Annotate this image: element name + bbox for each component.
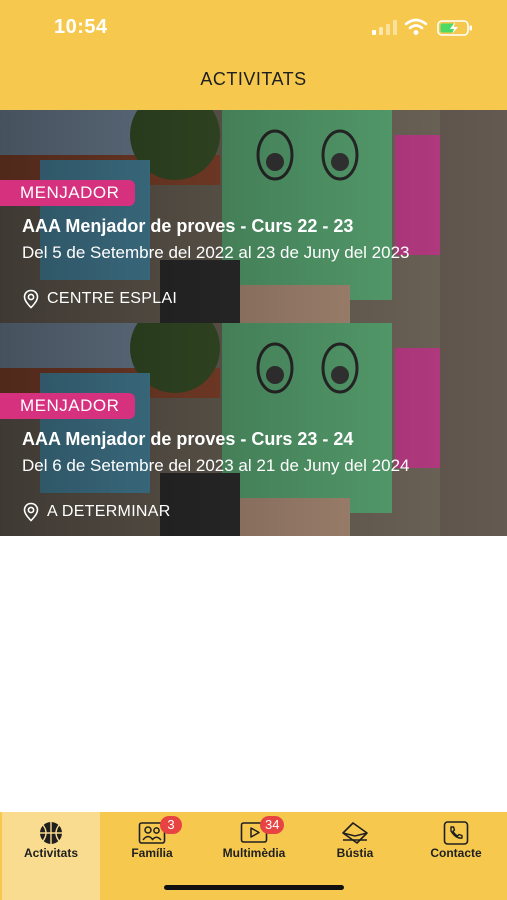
tab-label: Bústia (336, 846, 374, 860)
location-pin-icon (23, 502, 39, 522)
tab-label: Contacte (430, 846, 482, 860)
tab-contacte[interactable]: Contacte (406, 812, 506, 900)
location-label: CENTRE ESPLAI (47, 290, 178, 307)
location-pin-icon (23, 289, 39, 309)
activity-title: AAA Menjador de proves - Curs 22 - 23 (22, 216, 354, 236)
app-header: 10:54 ACTIVITATS (0, 0, 507, 110)
status-bar: 10:54 (0, 0, 507, 58)
status-time: 10:54 (54, 16, 108, 38)
phone-icon (443, 821, 469, 845)
home-indicator[interactable] (164, 885, 344, 890)
notification-badge: 34 (260, 816, 285, 834)
tab-label: Activitats (23, 846, 79, 860)
notification-badge: 3 (160, 816, 182, 834)
activity-location: CENTRE ESPLAI (22, 289, 177, 309)
tab-label: Multimèdia (222, 846, 286, 860)
battery-charging-icon (437, 20, 472, 36)
page-title: ACTIVITATS (200, 69, 307, 89)
basketball-icon (40, 822, 62, 844)
mailbox-icon (342, 822, 368, 844)
category-tag: MENJADOR (0, 180, 136, 206)
tab-activitats[interactable]: Activitats (2, 812, 100, 900)
location-label: A DETERMINAR (47, 503, 171, 520)
category-tag: MENJADOR (0, 393, 136, 419)
activity-dates: Del 6 de Setembre del 2023 al 21 de Juny… (22, 456, 410, 475)
activity-dates: Del 5 de Setembre del 2022 al 23 de Juny… (22, 243, 410, 262)
activity-card[interactable]: MENJADOR AAA Menjador de proves - Curs 2… (0, 110, 507, 323)
activity-card[interactable]: MENJADOR AAA Menjador de proves - Curs 2… (0, 323, 507, 536)
activity-title: AAA Menjador de proves - Curs 23 - 24 (22, 429, 354, 449)
activity-location: A DETERMINAR (22, 502, 171, 522)
tab-label: Família (131, 846, 173, 860)
cellular-signal-icon (372, 20, 397, 35)
wifi-icon (404, 18, 428, 35)
